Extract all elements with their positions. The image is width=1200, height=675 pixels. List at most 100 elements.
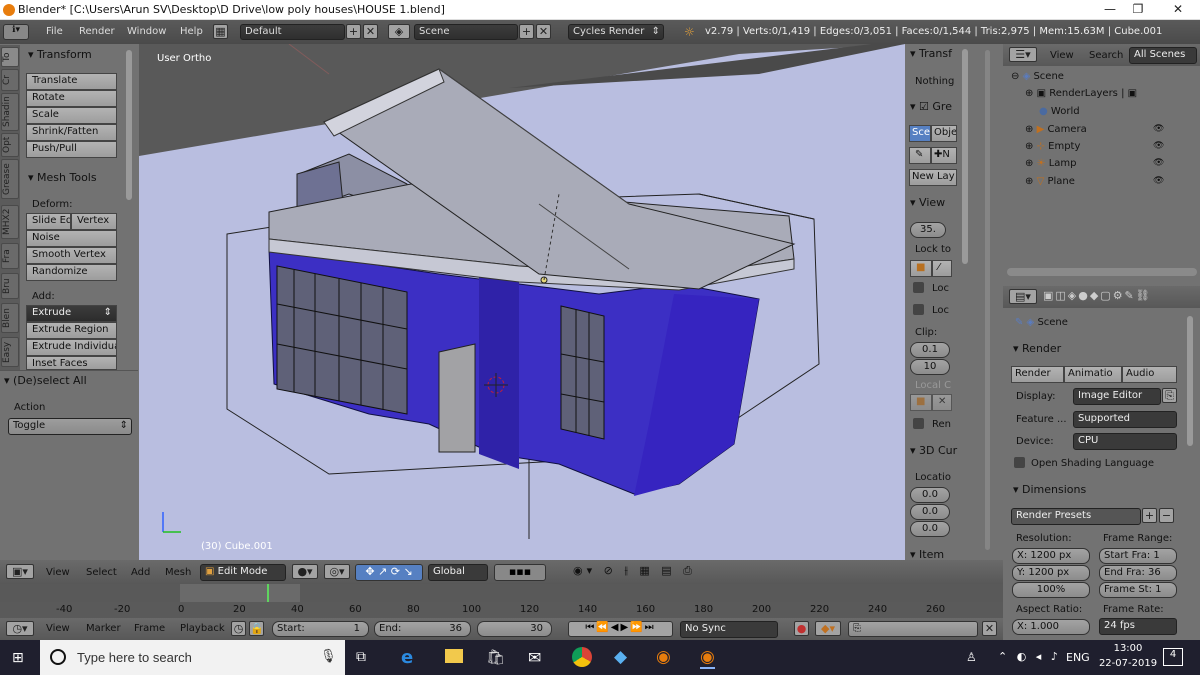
view3d-menu-mesh[interactable]: Mesh [165, 567, 191, 578]
timeline-menu-view[interactable]: View [46, 623, 70, 634]
record-icon[interactable]: ● [794, 621, 809, 636]
task-view-icon[interactable]: ⧉ [356, 649, 366, 665]
viewport-shading-icon[interactable]: ●▾ [292, 564, 318, 579]
vertex-slide-button[interactable]: Vertex [71, 213, 117, 230]
playback-controls[interactable]: ⏮⏪◀▶⏩⏭ [568, 621, 673, 637]
timeline[interactable]: -40 -20 0 20 40 60 80 100 120 140 160 18… [0, 584, 1003, 618]
end-frame-field[interactable]: End Fra: 36 [1099, 565, 1177, 581]
clip-end-field[interactable]: 10 [910, 359, 950, 375]
keying-clear-icon[interactable]: ✕ [982, 621, 997, 636]
feature-set-select[interactable]: Supported [1073, 411, 1177, 428]
npanel-scrollbar[interactable] [962, 49, 968, 264]
tab-easy[interactable]: Easy [1, 337, 19, 367]
tree-item-lamp[interactable]: ⊕ ☀ Lamp [1025, 158, 1077, 169]
view3d-menu-view[interactable]: View [46, 567, 70, 578]
tray-icons[interactable]: ⌃ ◐ ◂ ♪ [998, 650, 1061, 663]
render-panel-title[interactable]: ▾ Render [1013, 342, 1061, 355]
extrude-individual-button[interactable]: Extrude Individual [26, 339, 117, 356]
menu-render[interactable]: Render [79, 26, 115, 37]
layout-icon[interactable]: ▦ [213, 24, 228, 39]
camera-visibility-icon[interactable]: 👁 [1153, 124, 1164, 134]
outliner-menu-view[interactable]: View [1050, 50, 1074, 61]
clock-time[interactable]: 13:00 [1108, 643, 1148, 654]
microphone-icon[interactable]: 🎙 [320, 649, 337, 664]
store-icon[interactable]: 🛍 [486, 648, 505, 666]
outliner-hscrollbar[interactable] [1007, 268, 1197, 276]
inset-faces-button[interactable]: Inset Faces [26, 356, 117, 370]
lamp-visibility-icon[interactable]: 👁 [1153, 158, 1164, 168]
app-icon[interactable]: ◆ [614, 647, 627, 667]
smooth-vertex-button[interactable]: Smooth Vertex [26, 247, 117, 264]
aspect-x-field[interactable]: X: 1.000 [1012, 619, 1090, 635]
view-panel-title[interactable]: ▾ View [910, 196, 945, 209]
region-scrollbar[interactable] [985, 50, 990, 550]
lock-range-icon[interactable]: 🔒 [249, 621, 264, 636]
cursor-z-field[interactable]: 0.0 [910, 521, 950, 537]
scene-selector[interactable]: Scene [414, 24, 518, 40]
grease-title[interactable]: ▾ ☑ Gre [910, 100, 952, 113]
cursor-y-field[interactable]: 0.0 [910, 504, 950, 520]
keying-icon[interactable]: ◆▾ [815, 621, 841, 636]
tab-blen[interactable]: Blen [1, 303, 19, 333]
tab-options[interactable]: Opt [1, 133, 19, 157]
randomize-button[interactable]: Randomize [26, 264, 117, 281]
chrome-icon[interactable] [572, 647, 592, 667]
slide-edge-button[interactable]: Slide Ed [26, 213, 71, 230]
tree-item-empty[interactable]: ⊕ ⊹ Empty [1025, 141, 1080, 152]
render-engine-select[interactable]: Cycles Render ⇕ [568, 24, 664, 40]
transform-orientation-select[interactable]: Global [428, 564, 488, 581]
shrink-fatten-button[interactable]: Shrink/Fatten [26, 124, 117, 141]
edge-icon[interactable]: e [401, 647, 413, 668]
lock-cursor-checkbox[interactable] [913, 282, 924, 293]
add-layout-button[interactable]: + [346, 24, 361, 39]
frame-step-field[interactable]: Frame St: 1 [1099, 582, 1177, 598]
mesh-tools-panel-title[interactable]: ▾ Mesh Tools [28, 171, 97, 184]
3d-viewport[interactable]: User Ortho (30) Cube.001 [139, 44, 905, 560]
tab-create[interactable]: Cr [1, 69, 19, 91]
timeline-menu-playback[interactable]: Playback [180, 623, 225, 634]
tab-shading[interactable]: Shadin [1, 93, 19, 131]
notification-icon[interactable]: 4 [1163, 648, 1183, 666]
new-layer-button[interactable]: New Lay [909, 169, 957, 186]
translate-button[interactable]: Translate [26, 73, 117, 90]
lock-camera-checkbox[interactable] [913, 304, 924, 315]
menu-help[interactable]: Help [180, 26, 203, 37]
properties-scrollbar[interactable] [1187, 316, 1193, 446]
end-frame-input[interactable]: End: 36 [374, 621, 471, 637]
timeline-menu-marker[interactable]: Marker [86, 623, 121, 634]
properties-editor-icon[interactable]: ▤▾ [1009, 289, 1037, 304]
maximize-button[interactable]: ❐ [1118, 2, 1158, 18]
sync-mode-select[interactable]: No Sync [680, 621, 778, 638]
timeline-menu-frame[interactable]: Frame [134, 623, 165, 634]
language-indicator[interactable]: ENG [1066, 651, 1090, 664]
properties-context-tabs[interactable]: ▣◫◈●◆▢⚙✎⛓ [1043, 289, 1200, 305]
start-frame-input[interactable]: Start: 1 [272, 621, 369, 637]
current-frame-input[interactable]: 30 [477, 621, 552, 637]
close-button[interactable]: ✕ [1158, 2, 1198, 18]
pencil-icon[interactable]: ✎ [909, 147, 931, 164]
3d-cursor-title[interactable]: ▾ 3D Cur [910, 444, 957, 457]
manipulator-icons[interactable]: ✥ ↗ ⟳ ↘ [355, 564, 423, 581]
object-tab[interactable]: Obje [931, 125, 957, 142]
info-editor-icon[interactable]: ℹ▾ [3, 24, 29, 40]
dimensions-panel-title[interactable]: ▾ Dimensions [1013, 483, 1086, 496]
render-button[interactable]: Render [1011, 366, 1064, 383]
keying-set-field[interactable]: ⎘ [848, 621, 978, 637]
scale-button[interactable]: Scale [26, 107, 117, 124]
scene-tab[interactable]: Sce [909, 125, 931, 142]
remove-preset-button[interactable]: − [1159, 508, 1174, 523]
current-frame-marker[interactable] [267, 584, 269, 602]
tab-mhx2[interactable]: MHX2 [1, 205, 19, 239]
resolution-x-field[interactable]: X: 1200 px [1012, 548, 1090, 564]
cube-icon[interactable]: ■ [910, 260, 932, 277]
lens-field[interactable]: 35. [910, 222, 946, 238]
display-lock-icon[interactable]: ⎘ [1162, 388, 1177, 403]
action-select[interactable]: Toggle ⇕ [8, 418, 132, 435]
osl-checkbox[interactable] [1014, 457, 1025, 468]
local-camera-icon[interactable]: ■ [910, 394, 932, 411]
rotate-button[interactable]: Rotate [26, 90, 117, 107]
blender-active-icon[interactable]: ◉ [700, 647, 715, 669]
add-preset-button[interactable]: + [1142, 508, 1157, 523]
timeline-ruler[interactable]: -40 -20 0 20 40 60 80 100 120 140 160 18… [0, 602, 1003, 618]
header-tool-icons[interactable]: ◉▾ ⊘ ⫲ ▦ ▤ ⎙ [573, 564, 733, 581]
